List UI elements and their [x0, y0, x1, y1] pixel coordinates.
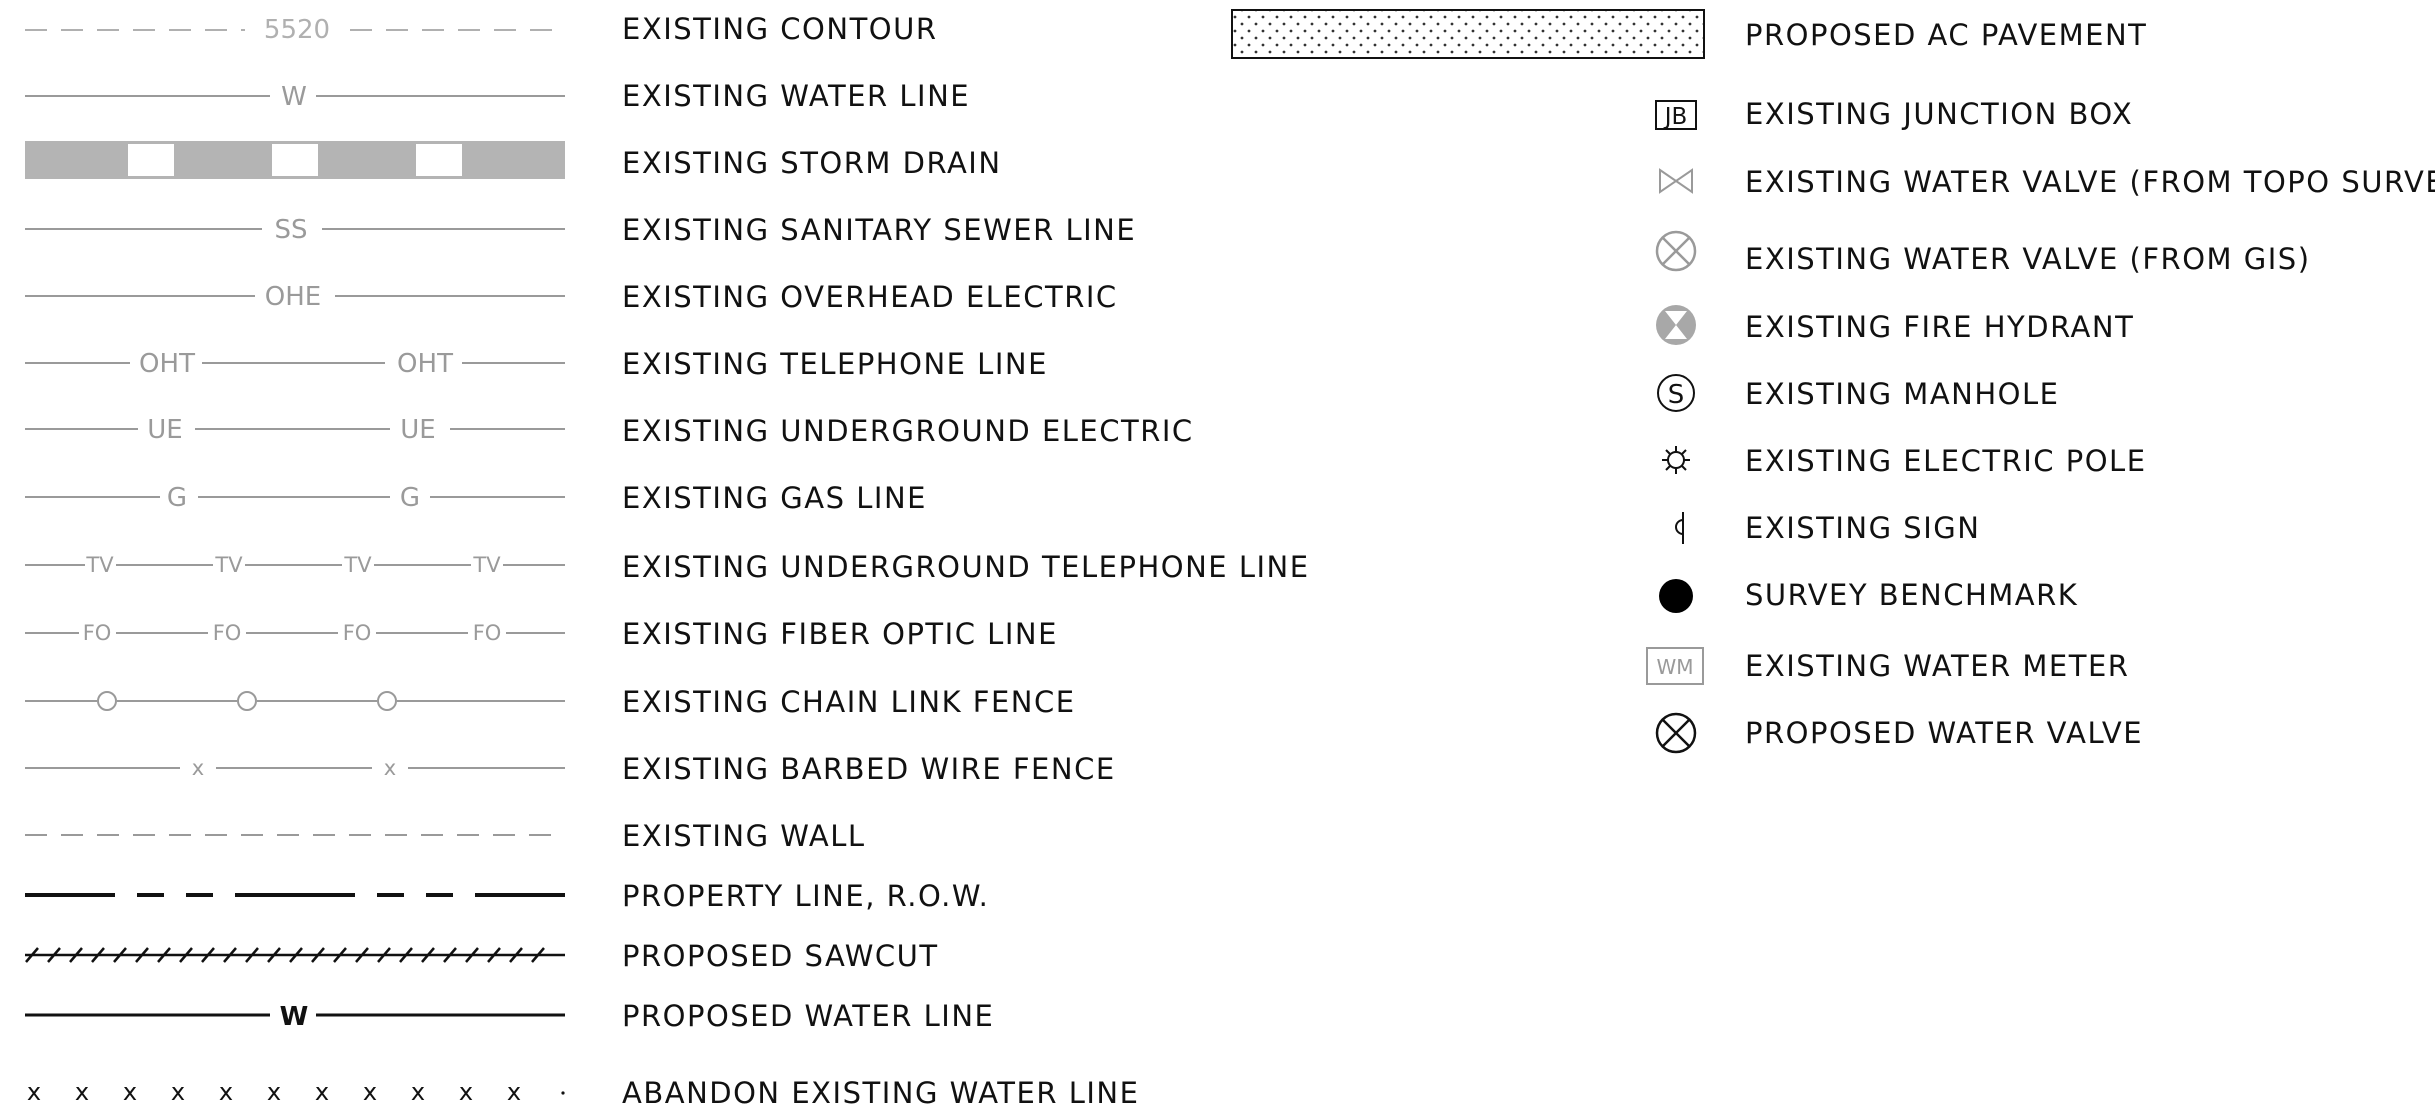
legend-label-proposed-water-line: PROPOSED WATER LINE: [622, 999, 994, 1033]
abandon-x-mark: x: [123, 1078, 137, 1106]
legend-label-existing-fiber-optic-line: EXISTING FIBER OPTIC LINE: [622, 617, 1058, 651]
legend-label-proposed-water-valve: PROPOSED WATER VALVE: [1745, 716, 2143, 750]
legend-label-existing-wall: EXISTING WALL: [622, 819, 866, 853]
legend-label-property-line: PROPERTY LINE, R.O.W.: [622, 879, 989, 913]
existing-underground-electric-symbol: UE UE: [25, 415, 565, 445]
electric-pole-icon: [1662, 446, 1690, 474]
legend-label-existing-water-meter: EXISTING WATER METER: [1745, 649, 2129, 683]
proposed-water-letter: W: [280, 1002, 309, 1032]
abandon-x-mark: x: [507, 1078, 521, 1106]
fo-letters-2: FO: [213, 621, 242, 645]
fo-letters-4: FO: [473, 621, 502, 645]
dotted-hatch-rectangle-icon: [1231, 9, 1705, 59]
circle-x-valve-icon: [1655, 230, 1697, 272]
telephone-letters-1: OHT: [139, 349, 195, 379]
legend-label-existing-gas-line: EXISTING GAS LINE: [622, 481, 927, 515]
existing-telephone-line-symbol: OHT OHT: [25, 349, 565, 379]
legend-label-existing-chain-link-fence: EXISTING CHAIN LINK FENCE: [622, 685, 1076, 719]
legend-label-existing-electric-pole: EXISTING ELECTRIC POLE: [1745, 444, 2147, 478]
underground-electric-letters-2: UE: [400, 415, 435, 445]
junction-box-icon: JB: [1655, 100, 1697, 130]
legend-label-existing-contour: EXISTING CONTOUR: [622, 12, 938, 46]
existing-sanitary-sewer-symbol: SS: [25, 215, 565, 245]
water-meter-icon: WM: [1646, 647, 1704, 685]
abandon-x-mark: x: [171, 1078, 185, 1106]
existing-water-line-symbol: W: [25, 82, 565, 112]
legend-label-existing-sanitary-sewer-line: EXISTING SANITARY SEWER LINE: [622, 213, 1136, 247]
fo-letters-3: FO: [343, 621, 372, 645]
abandon-x-mark: x: [459, 1078, 473, 1106]
tv-letters-2: TV: [214, 553, 243, 577]
fire-hydrant-icon: [1656, 305, 1696, 345]
abandon-x-mark: x: [315, 1078, 329, 1106]
gas-letter-1: G: [167, 483, 187, 513]
barbed-wire-mark-1: x: [192, 756, 204, 780]
proposed-sawcut-symbol: [25, 947, 565, 963]
tv-letters-3: TV: [343, 553, 372, 577]
abandon-water-line-symbol: xxxxxxxxxxx: [27, 1078, 565, 1106]
existing-gas-line-symbol: G G: [25, 483, 565, 513]
contour-elevation-label: 5520: [264, 15, 330, 45]
bowtie-valve-icon: [1659, 168, 1693, 194]
proposed-valve-icon: [1655, 712, 1697, 754]
manhole-icon: S: [1657, 374, 1695, 412]
legend-label-existing-overhead-electric: EXISTING OVERHEAD ELECTRIC: [622, 280, 1118, 314]
legend-label-existing-water-valve-topo: EXISTING WATER VALVE (FROM TOPO SURVEY): [1745, 165, 2435, 199]
abandon-x-mark: x: [267, 1078, 281, 1106]
legend-label-existing-sign: EXISTING SIGN: [1745, 511, 1980, 545]
barbed-wire-mark-2: x: [384, 756, 396, 780]
legend-label-existing-telephone-line: EXISTING TELEPHONE LINE: [622, 347, 1048, 381]
abandon-x-mark: x: [75, 1078, 89, 1106]
manhole-letter: S: [1668, 380, 1685, 410]
tv-letters-4: TV: [472, 553, 501, 577]
legend-label-survey-benchmark: SURVEY BENCHMARK: [1745, 578, 2078, 612]
legend-label-proposed-sawcut: PROPOSED SAWCUT: [622, 939, 939, 973]
abandon-x-mark: x: [27, 1078, 41, 1106]
telephone-letters-2: OHT: [397, 349, 453, 379]
legend-label-existing-junction-box: EXISTING JUNCTION BOX: [1745, 97, 2133, 131]
legend-label-existing-underground-telephone-line: EXISTING UNDERGROUND TELEPHONE LINE: [622, 550, 1310, 584]
abandon-x-mark: x: [219, 1078, 233, 1106]
junction-box-letters: JB: [1663, 104, 1688, 130]
legend-label-existing-underground-electric: EXISTING UNDERGROUND ELECTRIC: [622, 414, 1194, 448]
tv-letters-1: TV: [85, 553, 114, 577]
existing-overhead-electric-symbol: OHE: [25, 282, 565, 312]
legend-label-existing-barbed-wire-fence: EXISTING BARBED WIRE FENCE: [622, 752, 1116, 786]
legend-label-existing-water-valve-gis: EXISTING WATER VALVE (FROM GIS): [1745, 242, 2311, 276]
existing-storm-drain-symbol: [25, 141, 565, 179]
abandon-x-mark: x: [411, 1078, 425, 1106]
legend-label-existing-water-line: EXISTING WATER LINE: [622, 79, 970, 113]
existing-underground-telephone-symbol: TV TV TV TV: [25, 553, 565, 577]
legend-label-existing-fire-hydrant: EXISTING FIRE HYDRANT: [1745, 310, 2134, 344]
abandon-end-dot: [561, 1091, 565, 1095]
abandon-x-mark: x: [363, 1078, 377, 1106]
water-line-letter: W: [281, 82, 307, 112]
underground-electric-letters-1: UE: [147, 415, 182, 445]
sanitary-sewer-letters: SS: [274, 215, 307, 245]
proposed-water-line-symbol: W: [25, 1002, 565, 1032]
legend-diagram: 5520 EXISTING CONTOUR W EXISTING WATER L…: [25, 9, 2435, 1110]
sign-icon: [1675, 512, 1684, 544]
legend-label-proposed-ac-pavement: PROPOSED AC PAVEMENT: [1745, 18, 2147, 52]
existing-chain-link-fence-symbol: [25, 691, 565, 711]
water-meter-letters: WM: [1656, 655, 1693, 679]
legend-label-existing-manhole: EXISTING MANHOLE: [1745, 377, 2059, 411]
legend-label-existing-storm-drain: EXISTING STORM DRAIN: [622, 146, 1002, 180]
existing-contour-symbol: 5520: [25, 15, 565, 45]
benchmark-icon: [1659, 579, 1693, 613]
fo-letters-1: FO: [83, 621, 112, 645]
existing-barbed-wire-fence-symbol: x x: [25, 756, 565, 780]
legend-label-abandon-existing-water-line: ABANDON EXISTING WATER LINE: [622, 1076, 1139, 1110]
existing-fiber-optic-symbol: FO FO FO FO: [25, 621, 565, 645]
gas-letter-2: G: [400, 483, 420, 513]
overhead-electric-letters: OHE: [265, 282, 321, 312]
